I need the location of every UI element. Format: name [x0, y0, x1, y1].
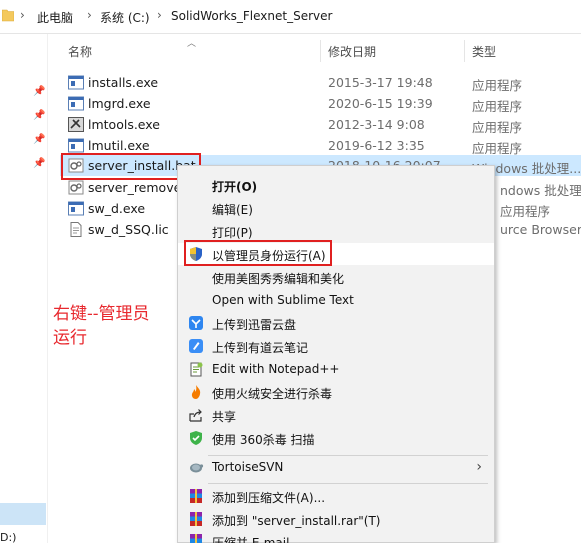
menu-item-label: 共享	[212, 410, 237, 424]
menu-item-compress-email[interactable]: 压缩并 E-mail...	[178, 530, 494, 543]
file-name: sw_d_SSQ.lic	[88, 222, 169, 237]
tortoisesvn-icon	[190, 463, 204, 473]
nav-selected-item[interactable]	[0, 503, 46, 525]
winrar-icon	[190, 512, 202, 526]
menu-item-label: 使用美图秀秀编辑和美化	[212, 272, 345, 286]
file-type: 应用程序	[472, 120, 523, 135]
share-icon	[189, 409, 202, 422]
menu-item-label: 打开(O)	[212, 180, 258, 194]
file-type: 应用程序	[472, 78, 523, 93]
menu-item-xunlei[interactable]: 上传到迅雷云盘	[178, 312, 494, 334]
column-divider[interactable]	[320, 40, 321, 62]
column-header-type[interactable]: 类型	[472, 43, 496, 60]
annotation-line-2: 运行	[53, 328, 87, 348]
address-bar[interactable]: › 此电脑 › 系统 (C:) › SolidWorks_Flexnet_Ser…	[0, 0, 581, 34]
file-date: 2012-3-14 9:08	[328, 117, 425, 132]
pin-icon[interactable]: 📌	[33, 158, 45, 170]
menu-item-label: 添加到 "server_install.rar"(T)	[212, 514, 381, 528]
menu-item-edit[interactable]: 编辑(E)	[178, 197, 494, 219]
bat-icon	[68, 180, 84, 195]
highlight-box-run-as-admin	[184, 240, 332, 266]
file-row[interactable]: installs.exe 2015-3-17 19:48 应用程序	[60, 72, 581, 93]
annotation-text: 右键--管理员 运行	[53, 302, 150, 350]
column-header-name[interactable]: 名称	[68, 43, 92, 60]
notepad-plus-icon	[190, 362, 203, 377]
xunlei-icon	[189, 316, 203, 330]
menu-item-add-to-archive[interactable]: 添加到压缩文件(A)...	[178, 485, 494, 507]
menu-item-open[interactable]: 打开(O)	[178, 174, 494, 196]
winrar-icon	[190, 489, 202, 503]
exe-icon	[68, 138, 84, 153]
menu-item-label: 使用 360杀毒 扫描	[212, 433, 315, 447]
youdao-icon	[189, 339, 203, 353]
file-type: 应用程序	[500, 204, 551, 219]
file-type: ndows 批处理...	[500, 183, 581, 198]
file-date: 2015-3-17 19:48	[328, 75, 433, 90]
file-name: lmtools.exe	[88, 117, 160, 132]
breadcrumb-system-c[interactable]: 系统 (C:)	[100, 9, 150, 26]
exe-icon	[68, 75, 84, 90]
file-date: 2020-6-15 19:39	[328, 96, 433, 111]
menu-item-label: 打印(P)	[212, 226, 253, 240]
exe-icon	[68, 201, 84, 216]
breadcrumb-separator: ›	[20, 8, 25, 22]
menu-item-label: 编辑(E)	[212, 203, 253, 217]
file-name: installs.exe	[88, 75, 159, 90]
menu-item-tortoisesvn[interactable]: TortoiseSVN ›	[178, 456, 494, 478]
file-date: 2019-6-12 3:35	[328, 138, 425, 153]
chevron-right-icon: ›	[476, 459, 482, 475]
menu-item-meitu[interactable]: 使用美图秀秀编辑和美化	[178, 266, 494, 288]
menu-item-share[interactable]: 共享	[178, 404, 494, 426]
column-header-modified[interactable]: 修改日期	[328, 43, 376, 60]
exe-icon	[68, 96, 84, 111]
menu-item-label: 使用火绒安全进行杀毒	[212, 387, 333, 401]
lmtools-icon	[68, 117, 84, 132]
menu-item-label: Open with Sublime Text	[212, 293, 354, 307]
file-row[interactable]: lmgrd.exe 2020-6-15 19:39 应用程序	[60, 93, 581, 114]
winrar-icon	[190, 534, 202, 543]
file-name: lmgrd.exe	[88, 96, 151, 111]
menu-item-label: 压缩并 E-mail...	[212, 536, 301, 543]
360-shield-icon	[190, 431, 202, 445]
file-type: 应用程序	[472, 99, 523, 114]
annotation-line-1: 右键--管理员	[53, 304, 150, 324]
menu-item-label: Edit with Notepad++	[212, 362, 340, 376]
folder-icon	[2, 9, 14, 22]
menu-item-360-scan[interactable]: 使用 360杀毒 扫描	[178, 427, 494, 449]
pin-icon[interactable]: 📌	[33, 134, 45, 146]
file-row[interactable]: lmtools.exe 2012-3-14 9:08 应用程序	[60, 114, 581, 135]
menu-item-label: 上传到有道云笔记	[212, 341, 309, 355]
file-name: lmutil.exe	[88, 138, 150, 153]
breadcrumb-separator: ›	[87, 8, 92, 22]
file-type: urce Browser ...	[500, 222, 581, 237]
sort-ascending-icon: ︿	[187, 39, 197, 49]
menu-item-notepad-plus[interactable]: Edit with Notepad++	[178, 358, 494, 380]
column-divider[interactable]	[464, 40, 465, 62]
file-name: sw_d.exe	[88, 201, 146, 216]
breadcrumb-current-folder[interactable]: SolidWorks_Flexnet_Server	[171, 9, 332, 23]
breadcrumb-this-pc[interactable]: 此电脑	[37, 9, 73, 26]
pin-icon[interactable]: 📌	[33, 110, 45, 122]
menu-item-add-to-rar[interactable]: 添加到 "server_install.rar"(T)	[178, 508, 494, 530]
nav-drive-label[interactable]: D:)	[0, 531, 16, 543]
menu-item-sublime[interactable]: Open with Sublime Text	[178, 289, 494, 311]
file-name: server_remove.	[88, 180, 186, 195]
menu-item-youdao[interactable]: 上传到有道云笔记	[178, 335, 494, 357]
menu-item-label: 上传到迅雷云盘	[212, 318, 297, 332]
breadcrumb-separator: ›	[157, 8, 162, 22]
menu-separator	[208, 483, 488, 484]
context-menu[interactable]: 打开(O) 编辑(E) 打印(P) 以管理员身份运行(A) 使用美图秀秀编辑和美…	[177, 165, 495, 543]
lic-icon	[70, 222, 82, 237]
menu-item-print[interactable]: 打印(P)	[178, 220, 494, 242]
menu-item-huorong[interactable]: 使用火绒安全进行杀毒	[178, 381, 494, 403]
pin-icon[interactable]: 📌	[33, 86, 45, 98]
menu-item-label: 添加到压缩文件(A)...	[212, 491, 326, 505]
menu-item-label: TortoiseSVN	[212, 460, 284, 474]
navigation-pane[interactable]: 📌 📌 📌 📌	[0, 34, 48, 543]
huorong-icon	[191, 385, 201, 399]
